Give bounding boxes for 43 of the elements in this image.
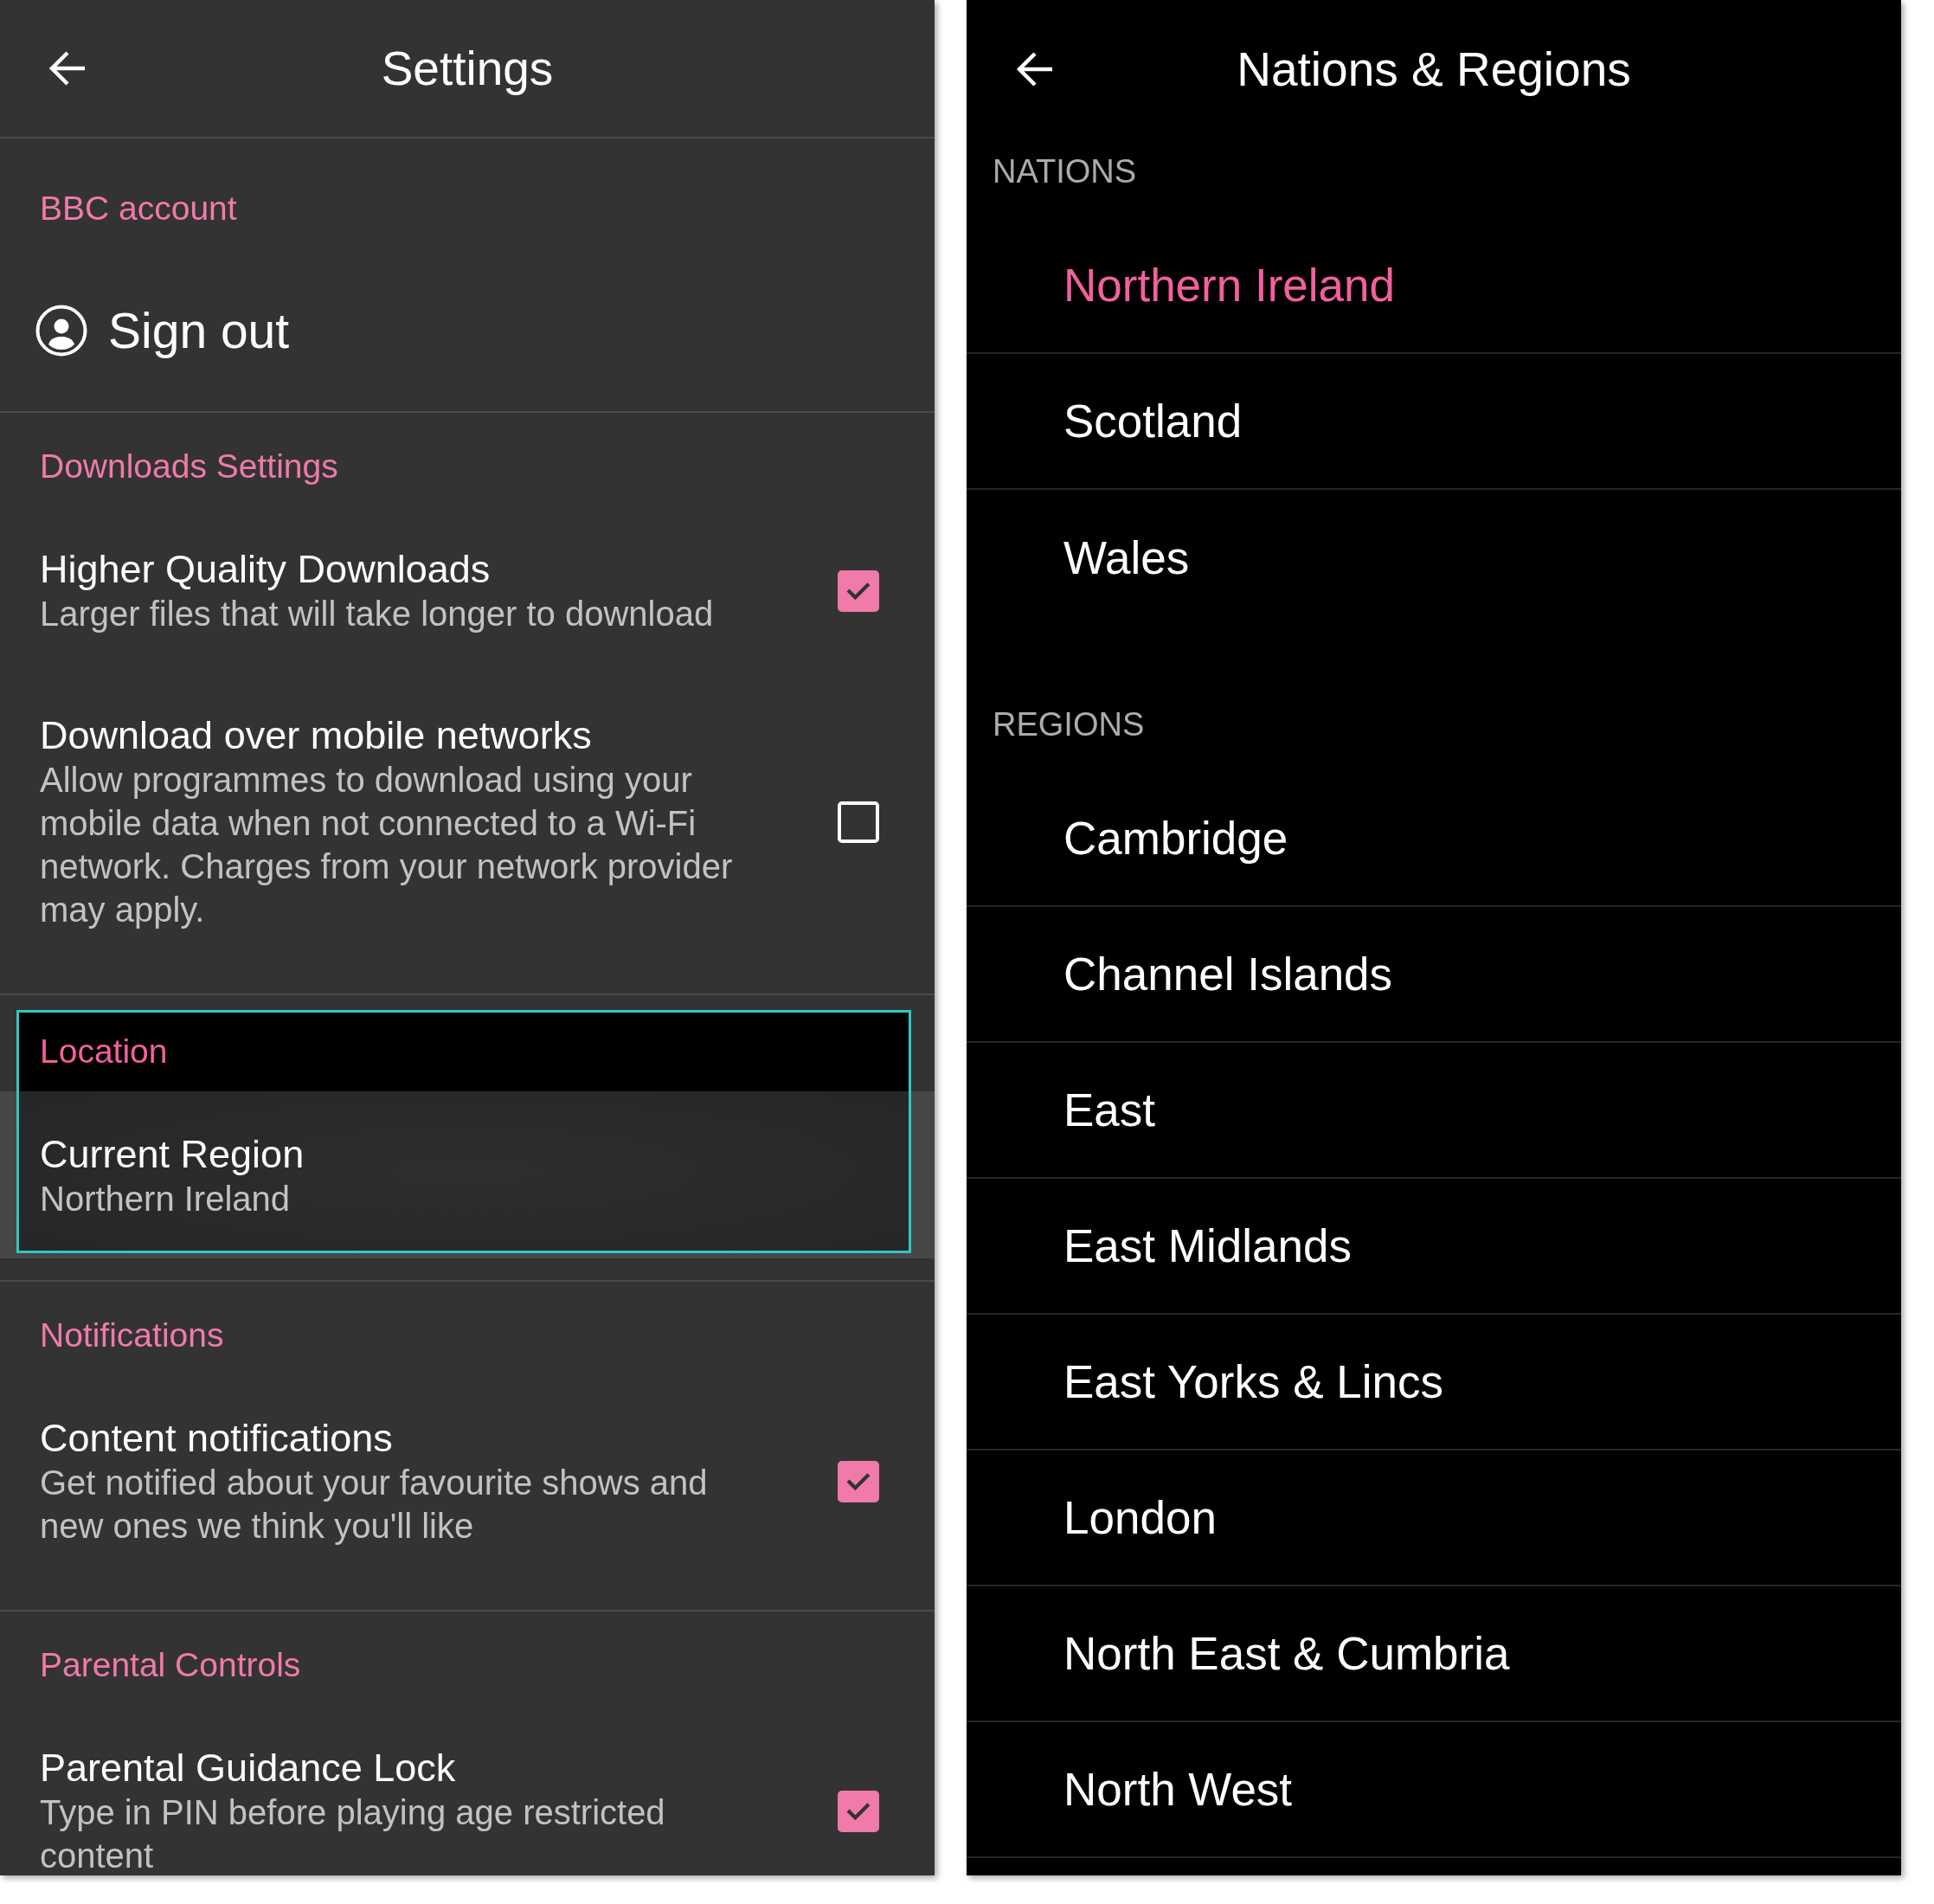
group-heading: REGIONS bbox=[992, 705, 1146, 744]
checkbox[interactable] bbox=[838, 570, 879, 612]
setting-title: Content notifications bbox=[40, 1416, 393, 1461]
check-icon bbox=[845, 582, 871, 601]
setting-description: Type in PIN before playing age restricted content bbox=[40, 1792, 666, 1875]
arrow-left-icon bbox=[47, 49, 87, 87]
region-item[interactable]: North West bbox=[967, 1722, 1901, 1858]
setting-description: Larger files that will take longer to download bbox=[40, 594, 714, 634]
user-circle-icon bbox=[35, 305, 87, 357]
setting-title: Higher Quality Downloads bbox=[40, 547, 491, 592]
region-item[interactable]: North East & Cumbria bbox=[967, 1586, 1901, 1722]
region-item[interactable]: Northern Ireland bbox=[967, 218, 1901, 354]
setting-value: Northern Ireland bbox=[40, 1179, 291, 1219]
section-heading: Parental Controls bbox=[39, 1645, 302, 1685]
region-item[interactable]: Scotland bbox=[967, 354, 1901, 490]
region-item[interactable]: Wales bbox=[967, 490, 1901, 626]
check-icon bbox=[845, 1802, 871, 1821]
sign-out-button[interactable]: Sign out bbox=[35, 305, 290, 357]
arrow-left-icon bbox=[1014, 50, 1054, 88]
setting-description: Get notified about your favourite shows and new ones we think you'll like bbox=[40, 1463, 709, 1547]
check-icon bbox=[845, 1472, 871, 1491]
screen-title: Settings bbox=[381, 41, 554, 96]
checkbox[interactable] bbox=[838, 1791, 879, 1832]
group-heading: NATIONS bbox=[992, 152, 1138, 191]
region-item[interactable]: Cambridge bbox=[967, 771, 1901, 907]
setting-title: Download over mobile networks bbox=[40, 713, 592, 758]
section-heading: Location bbox=[19, 1013, 909, 1091]
region-item[interactable]: East Midlands bbox=[967, 1179, 1901, 1315]
section-heading: BBC account bbox=[39, 189, 238, 228]
setting-row[interactable]: Current Region Northern Ireland bbox=[19, 1091, 909, 1251]
setting-title: Current Region bbox=[40, 1132, 305, 1177]
region-item[interactable]: East bbox=[967, 1043, 1901, 1179]
region-item[interactable]: Channel Islands bbox=[967, 907, 1901, 1043]
back-button[interactable] bbox=[47, 49, 87, 87]
region-item[interactable]: East Yorks & Lincs bbox=[967, 1315, 1901, 1451]
section-heading: Downloads Settings bbox=[39, 447, 339, 486]
setting-title: Parental Guidance Lock bbox=[40, 1746, 456, 1791]
region-item[interactable]: London bbox=[967, 1451, 1901, 1586]
checkbox[interactable] bbox=[838, 1461, 879, 1502]
setting-description: Allow programmes to download using your mobile data when not connected to a Wi-Fi network. Charges from your network provider may apply. bbox=[40, 760, 734, 930]
screen-title: Nations & Regions bbox=[1237, 42, 1631, 97]
section-heading: Notifications bbox=[39, 1315, 225, 1355]
back-button[interactable] bbox=[1014, 50, 1054, 88]
